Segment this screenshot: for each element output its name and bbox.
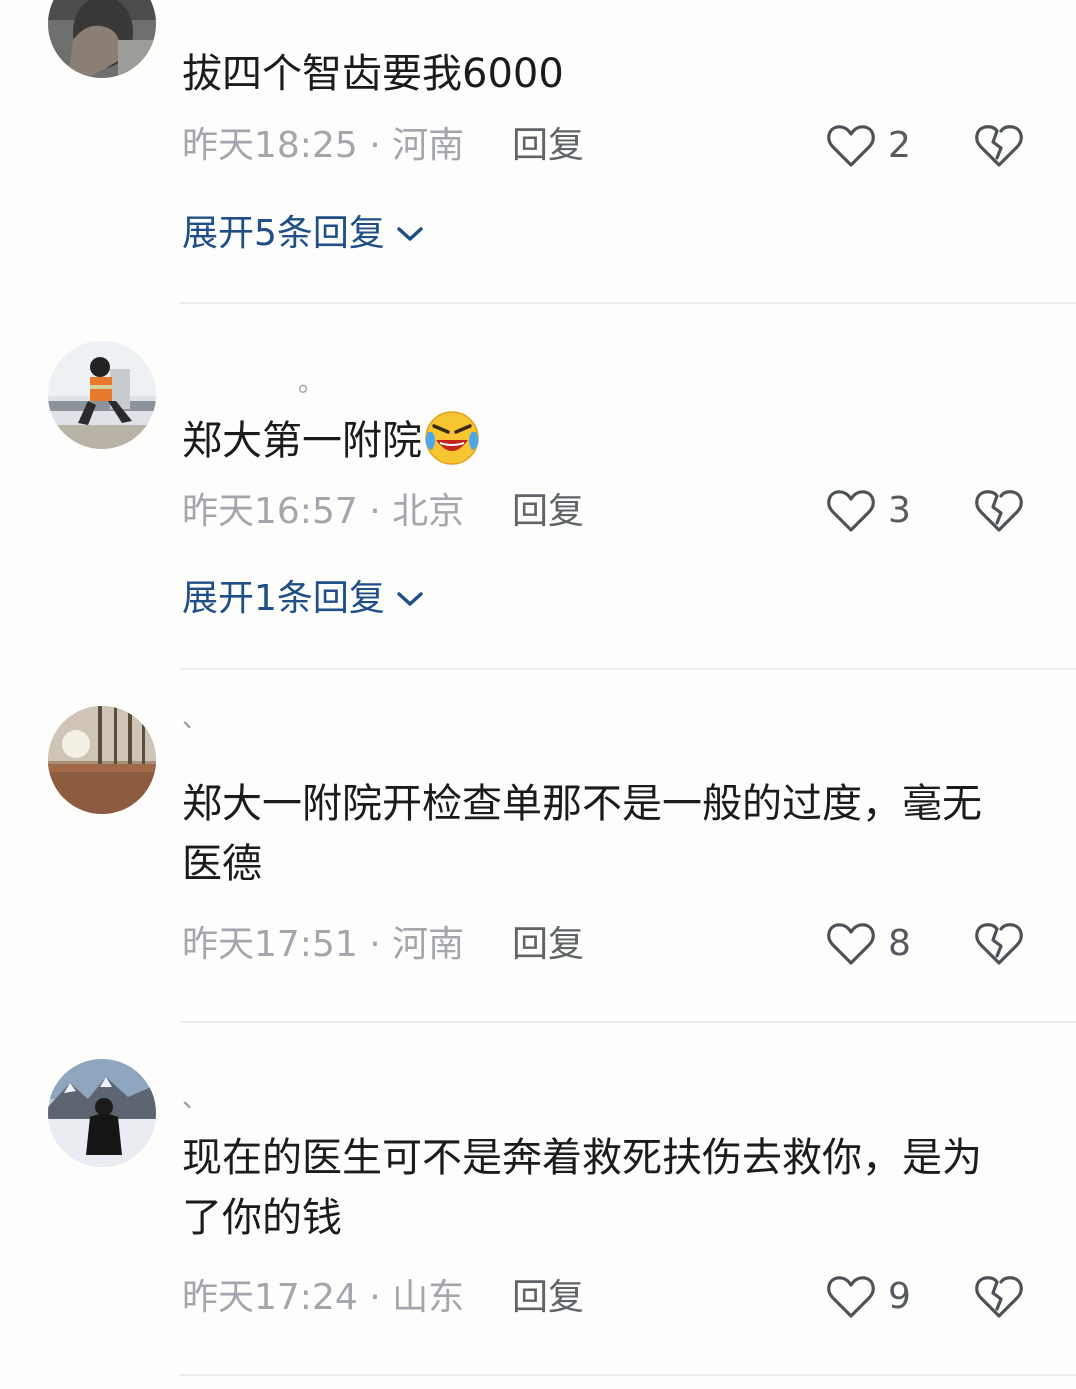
chevron-down-icon	[397, 592, 423, 606]
like-count: 2	[888, 125, 911, 166]
broken-heart-icon	[975, 490, 1023, 532]
like-button[interactable]: 2	[826, 122, 911, 170]
comment-time: 昨天18:25	[182, 125, 358, 166]
heart-icon	[827, 923, 875, 965]
like-count: 9	[888, 1276, 911, 1317]
expand-replies-label: 展开5条回复	[182, 213, 385, 254]
meta-separator: ·	[357, 491, 393, 532]
username[interactable]: 。	[298, 368, 324, 398]
comment-time: 昨天17:24	[182, 1277, 358, 1318]
comment-list: 拔四个智齿要我6000 昨天18:25 · 河南 回复 2 展开5条回复 。 郑…	[0, 0, 1076, 1389]
comment-text: 拔四个智齿要我6000	[182, 51, 564, 97]
comment-meta: 昨天18:25 · 河南	[182, 124, 464, 168]
divider	[180, 1374, 1076, 1376]
comment-location: 山东	[392, 1277, 465, 1318]
expand-replies-label: 展开1条回复	[182, 578, 385, 619]
expand-replies-button[interactable]: 展开1条回复	[182, 577, 425, 621]
dislike-button[interactable]	[974, 920, 1024, 968]
dislike-button[interactable]	[974, 1273, 1024, 1321]
broken-heart-icon	[975, 923, 1023, 965]
heart-icon	[827, 125, 875, 167]
heart-icon	[827, 1276, 875, 1318]
comment-location: 河南	[392, 125, 465, 166]
reply-button[interactable]: 回复	[512, 923, 584, 967]
dislike-button[interactable]	[974, 122, 1024, 170]
comment-text-body: 郑大第一附院	[182, 418, 422, 464]
like-button[interactable]: 3	[826, 487, 911, 535]
comment-location: 河南	[392, 924, 465, 965]
chevron-down-icon	[397, 227, 423, 241]
reply-button[interactable]: 回复	[512, 1276, 584, 1320]
avatar[interactable]	[48, 0, 156, 78]
comment-meta: 昨天17:24 · 山东	[182, 1276, 464, 1320]
crying-laughing-emoji-icon	[425, 411, 479, 465]
expand-replies-button[interactable]: 展开5条回复	[182, 212, 425, 256]
dislike-button[interactable]	[974, 487, 1024, 535]
comment-time: 昨天17:51	[182, 924, 358, 965]
meta-separator: ·	[357, 1277, 393, 1318]
heart-icon	[827, 490, 875, 532]
comment-meta: 昨天16:57 · 北京	[182, 490, 464, 534]
broken-heart-icon	[975, 125, 1023, 167]
divider	[180, 302, 1076, 304]
comment-text: 郑大一附院开检查单那不是一般的过度，毫无医德	[182, 781, 982, 887]
username[interactable]: 、	[182, 704, 208, 734]
avatar[interactable]	[48, 341, 156, 449]
comment-text: 现在的医生可不是奔着救死扶伤去救你，是为了你的钱	[182, 1135, 982, 1241]
broken-heart-icon	[975, 1276, 1023, 1318]
comment-meta: 昨天17:51 · 河南	[182, 923, 464, 967]
like-count: 3	[888, 490, 911, 531]
avatar[interactable]	[48, 706, 156, 814]
comment-time: 昨天16:57	[182, 491, 358, 532]
divider	[180, 668, 1076, 670]
reply-button[interactable]: 回复	[512, 124, 584, 168]
reply-button[interactable]: 回复	[512, 490, 584, 534]
divider	[180, 1021, 1076, 1023]
username[interactable]: 、	[182, 1084, 208, 1114]
comment-text: 郑大第一附院	[182, 410, 1002, 471]
meta-separator: ·	[357, 924, 393, 965]
like-button[interactable]: 9	[826, 1273, 911, 1321]
comment-location: 北京	[392, 491, 465, 532]
like-count: 8	[888, 923, 911, 964]
like-button[interactable]: 8	[826, 920, 911, 968]
meta-separator: ·	[357, 125, 393, 166]
avatar[interactable]	[48, 1059, 156, 1167]
